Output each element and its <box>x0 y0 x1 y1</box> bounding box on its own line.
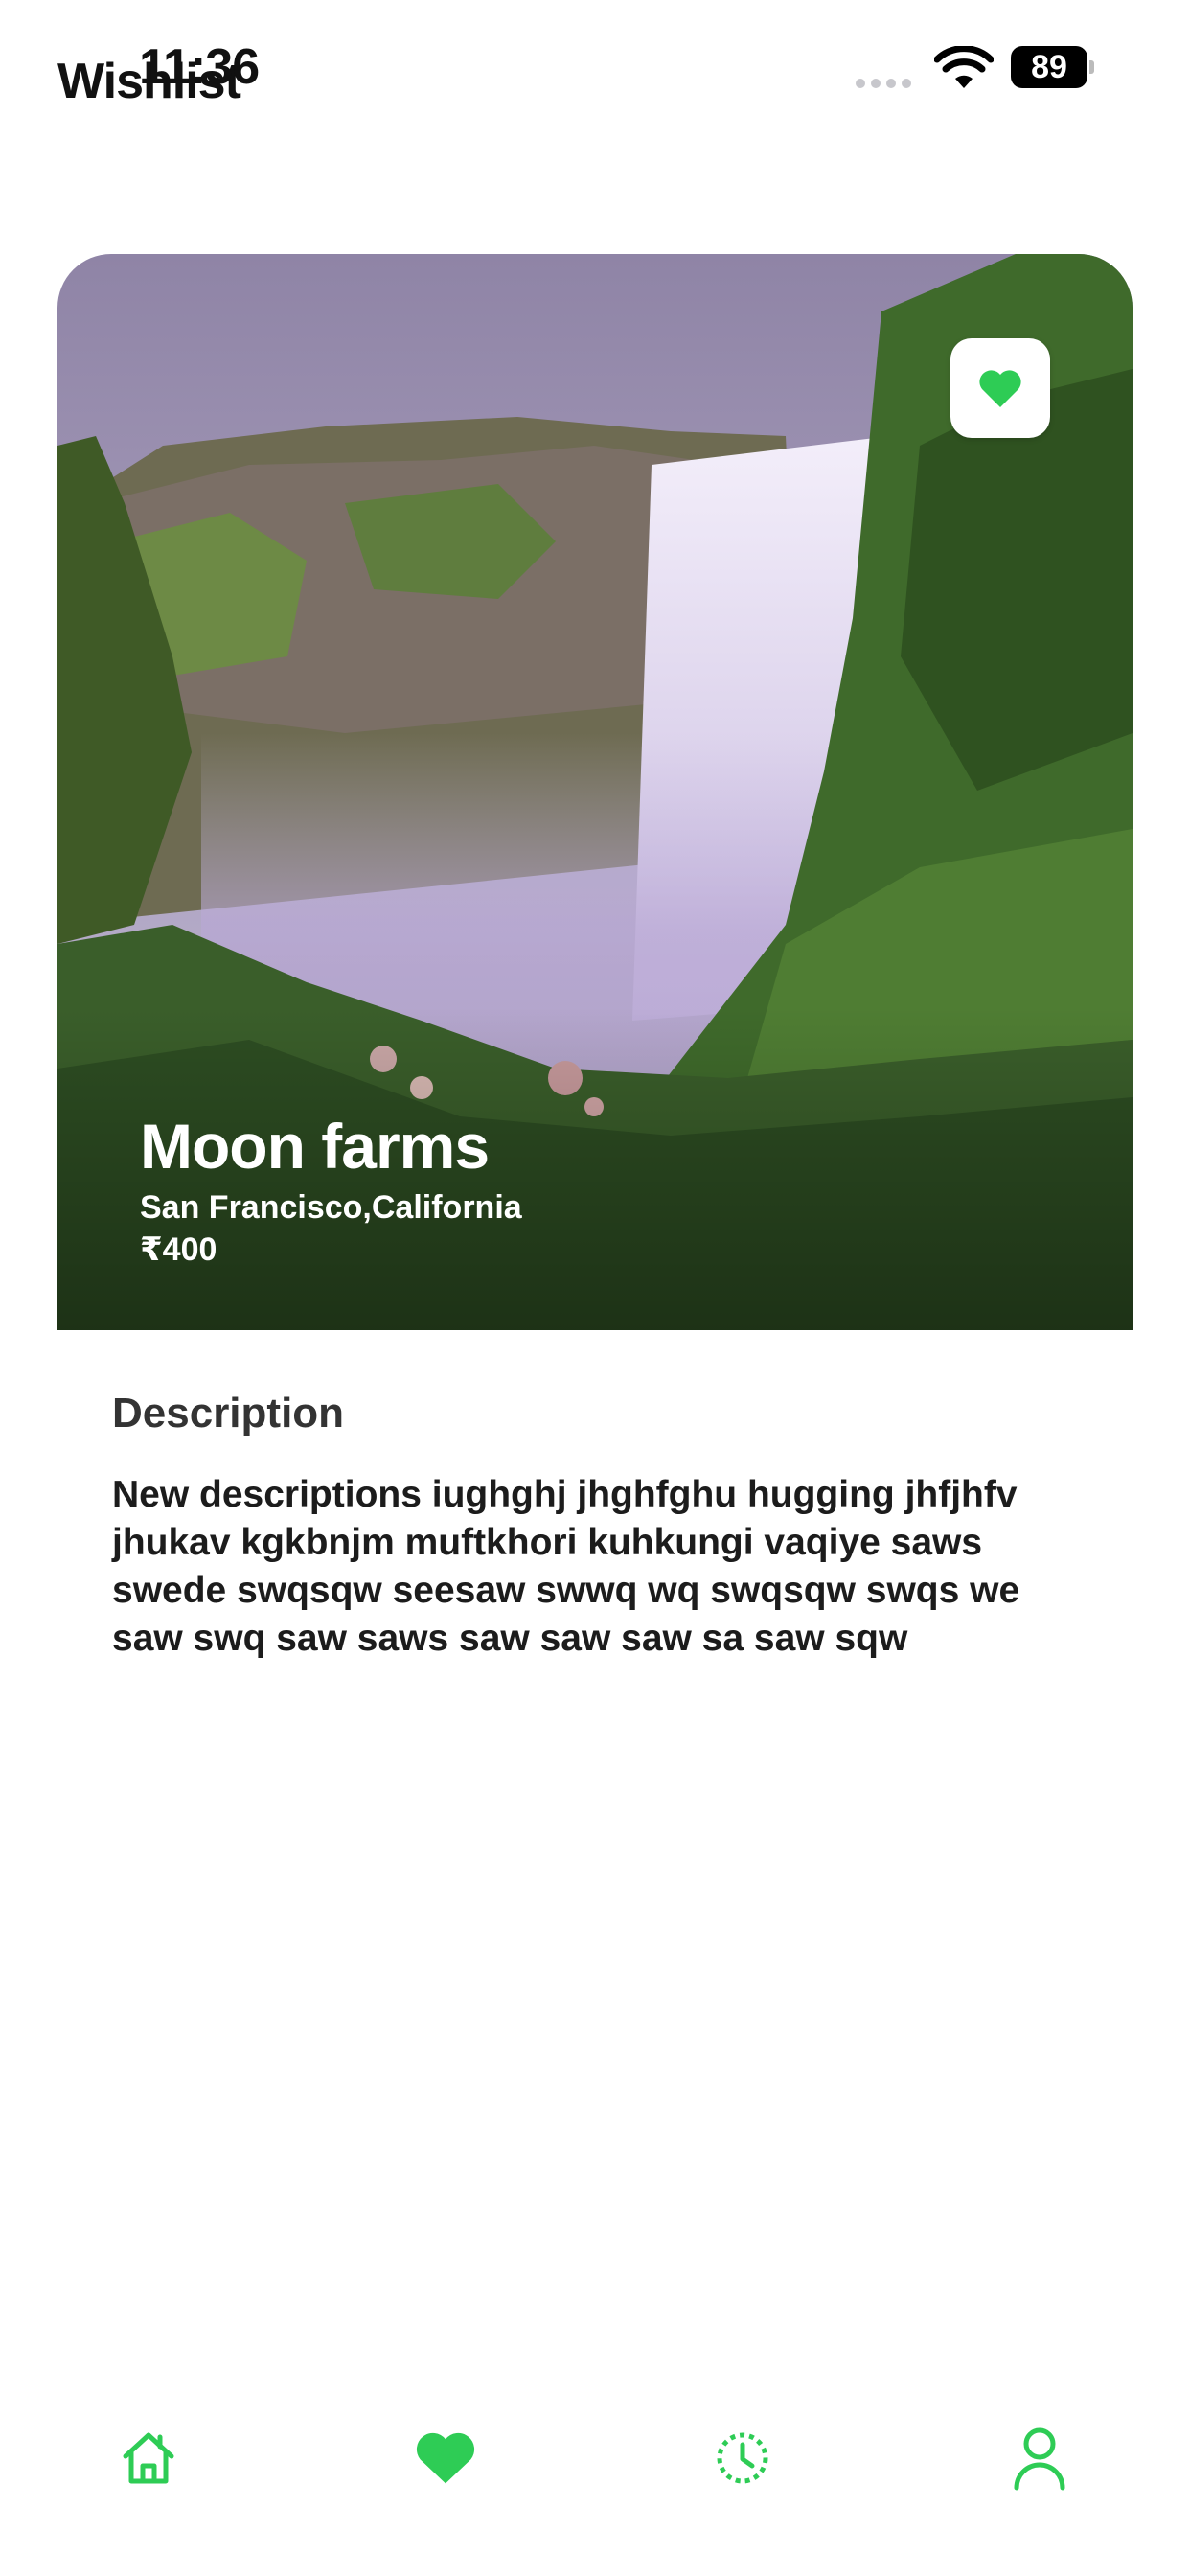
wishlist-toggle-button[interactable] <box>950 338 1050 438</box>
battery-icon: 89 <box>1011 46 1094 88</box>
nav-wishlist[interactable] <box>402 2415 489 2501</box>
home-icon <box>123 2432 174 2484</box>
listing-location: San Francisco,California <box>140 1188 522 1226</box>
listing-info: Moon farms San Francisco,California ₹400 <box>140 1112 522 1269</box>
listing-price: ₹400 <box>140 1230 217 1268</box>
nav-home[interactable] <box>105 2415 192 2501</box>
description-heading: Description <box>112 1390 345 1437</box>
nav-profile[interactable] <box>996 2415 1083 2501</box>
listing-hero-card[interactable]: Moon farms San Francisco,California ₹400 <box>57 254 1133 1330</box>
battery-level: 89 <box>1011 46 1087 88</box>
cellular-signal-icon <box>856 79 911 88</box>
description-body: New descriptions iughghj jhghfghu huggin… <box>112 1474 1020 1659</box>
wifi-icon <box>934 46 994 88</box>
heart-icon <box>416 2432 475 2484</box>
clock-icon <box>717 2432 768 2484</box>
nav-history[interactable] <box>699 2415 786 2501</box>
listing-title: Moon farms <box>140 1111 490 1182</box>
bottom-nav <box>0 2415 1190 2520</box>
status-bar: Wishlist 11:36 89 <box>0 0 1190 134</box>
user-icon <box>1014 2427 1065 2491</box>
heart-icon <box>979 370 1021 407</box>
status-time: 11:36 <box>139 39 260 95</box>
